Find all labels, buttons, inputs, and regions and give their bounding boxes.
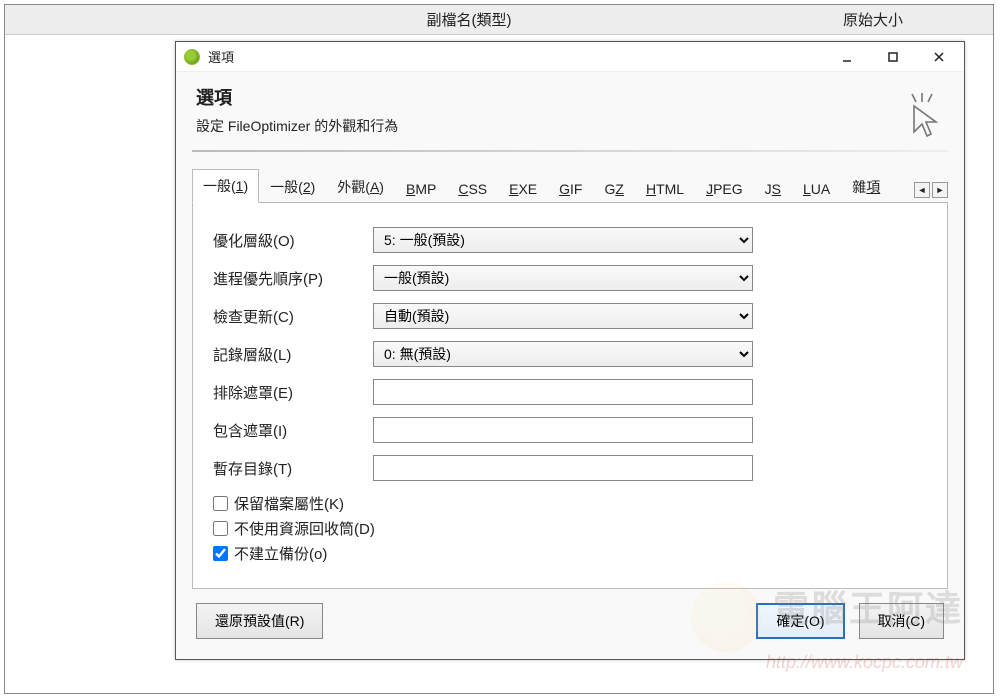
tab-1[interactable]: 一般(2) [259,170,326,203]
tab-5[interactable]: EXE [498,174,548,203]
maximize-button[interactable] [870,43,916,71]
app-icon [184,49,200,65]
no-recycle-row[interactable]: 不使用資源回收筒(D) [213,518,927,539]
tab-scroll-left[interactable]: ◄ [914,182,930,198]
tab-4[interactable]: CSS [447,174,498,203]
opt-level-select[interactable]: 5: 一般(預設) [373,227,753,253]
ok-button[interactable]: 確定(O) [756,603,844,639]
no-backup-row[interactable]: 不建立備份(o) [213,543,927,564]
exclude-label: 排除遮罩(E) [213,382,373,403]
no-backup-checkbox[interactable] [213,546,228,561]
opt-level-label: 優化層級(O) [213,230,373,251]
tab-12[interactable]: 雜項 [841,170,891,203]
dialog-heading: 選項 設定 FileOptimizer 的外觀和行為 [176,72,964,140]
include-input[interactable] [373,417,753,443]
keep-attr-checkbox[interactable] [213,496,228,511]
keep-attr-row[interactable]: 保留檔案屬性(K) [213,493,927,514]
titlebar[interactable]: 選項 [176,42,964,72]
dialog-title: 選項 [208,47,824,66]
tab-3[interactable]: BMP [395,174,447,203]
loglevel-label: 記錄層級(L) [213,344,373,365]
tabstrip: 一般(1)一般(2)外觀(A)BMPCSSEXEGIFGZHTMLJPEGJSL… [192,168,948,203]
col-extension: 副檔名(類型) [185,9,753,30]
tab-2[interactable]: 外觀(A) [326,170,395,203]
tab-11[interactable]: LUA [792,174,841,203]
dialog-button-bar: 還原預設值(R) 確定(O) 取消(C) [176,589,964,659]
tempdir-input[interactable] [373,455,753,481]
options-dialog: 選項 選項 設定 FileOptimizer 的外觀和行為 [175,41,965,660]
exclude-input[interactable] [373,379,753,405]
restore-defaults-button[interactable]: 還原預設值(R) [196,603,323,639]
main-window: 副檔名(類型) 原始大小 選項 選項 設定 FileOptimizer 的外觀和… [4,4,994,694]
tab-6[interactable]: GIF [548,174,593,203]
tab-panel-general1: 優化層級(O) 5: 一般(預設) 進程優先順序(P) 一般(預設) 檢查更新(… [192,203,948,589]
cursor-icon [900,92,942,143]
heading-subtitle: 設定 FileOptimizer 的外觀和行為 [196,116,944,136]
no-recycle-checkbox[interactable] [213,521,228,536]
close-button[interactable] [916,43,962,71]
include-label: 包含遮罩(I) [213,420,373,441]
no-recycle-label: 不使用資源回收筒(D) [234,518,375,539]
priority-select[interactable]: 一般(預設) [373,265,753,291]
cancel-button[interactable]: 取消(C) [859,603,944,639]
keep-attr-label: 保留檔案屬性(K) [234,493,344,514]
tempdir-label: 暫存目錄(T) [213,458,373,479]
col-original-size: 原始大小 [753,9,993,30]
divider [192,150,948,152]
tab-scroll-right[interactable]: ► [932,182,948,198]
tab-10[interactable]: JS [754,174,792,203]
minimize-button[interactable] [824,43,870,71]
priority-label: 進程優先順序(P) [213,268,373,289]
loglevel-select[interactable]: 0: 無(預設) [373,341,753,367]
tab-7[interactable]: GZ [594,174,635,203]
heading-title: 選項 [196,84,944,110]
tab-0[interactable]: 一般(1) [192,169,259,203]
tab-9[interactable]: JPEG [695,174,754,203]
tab-scroll: ◄ ► [914,182,948,202]
list-header: 副檔名(類型) 原始大小 [5,5,993,35]
tab-8[interactable]: HTML [635,174,695,203]
update-label: 檢查更新(C) [213,306,373,327]
update-select[interactable]: 自動(預設) [373,303,753,329]
no-backup-label: 不建立備份(o) [234,543,327,564]
